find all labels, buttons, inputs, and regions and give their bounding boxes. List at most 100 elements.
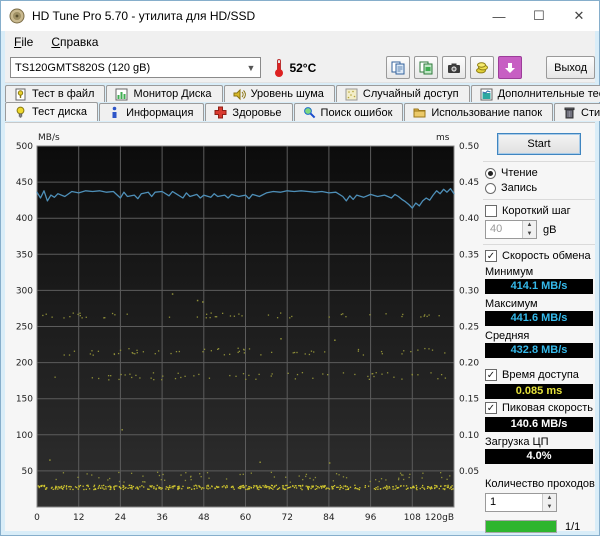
block-size-row: 40 ▲ ▼ gB xyxy=(485,220,595,239)
spin-down-icon[interactable]: ▼ xyxy=(543,502,556,511)
average-value: 432.8 MB/s xyxy=(485,343,593,358)
folder-icon xyxy=(413,108,426,118)
tab-random-access[interactable]: Случайный доступ xyxy=(335,85,470,102)
update-download-button[interactable] xyxy=(498,56,523,79)
trash-icon xyxy=(564,107,575,119)
menu-file[interactable]: File xyxy=(5,33,42,51)
svg-text:500: 500 xyxy=(16,142,33,152)
access-time-checkbox[interactable]: ✓ xyxy=(485,369,497,381)
read-radio[interactable] xyxy=(485,167,496,179)
separator xyxy=(483,161,595,162)
svg-text:100: 100 xyxy=(16,431,33,441)
tab-file-benchmark[interactable]: Тест в файл xyxy=(5,85,106,102)
temperature-value: 52°C xyxy=(289,60,317,75)
transfer-rate-option[interactable]: ✓ Скорость обмена xyxy=(485,250,595,262)
svg-text:24: 24 xyxy=(115,513,127,523)
svg-text:108: 108 xyxy=(404,513,421,523)
svg-text:96: 96 xyxy=(365,513,377,523)
svg-text:0.30: 0.30 xyxy=(459,286,479,296)
screenshot-button[interactable] xyxy=(442,56,467,79)
burst-rate-checkbox[interactable]: ✓ xyxy=(485,402,497,414)
tab-health[interactable]: Здоровье xyxy=(205,103,293,121)
start-button[interactable]: Start xyxy=(497,133,581,155)
copy-icon xyxy=(391,61,405,74)
access-time-option[interactable]: ✓ Время доступа xyxy=(485,369,595,381)
tabs: Тест в файл Монитор Диска Уровень шума С… xyxy=(5,85,600,121)
svg-text:200: 200 xyxy=(16,359,33,369)
minimum-value: 414.1 MB/s xyxy=(485,279,593,294)
spin-down-icon[interactable]: ▼ xyxy=(523,229,536,238)
random-access-icon xyxy=(345,88,358,100)
svg-text:72: 72 xyxy=(281,513,292,523)
svg-text:0.50: 0.50 xyxy=(459,142,479,152)
search-icon xyxy=(303,107,315,119)
block-size-spinner[interactable]: 40 ▲ ▼ xyxy=(485,220,537,239)
svg-text:0.25: 0.25 xyxy=(459,323,479,333)
svg-text:36: 36 xyxy=(156,513,168,523)
svg-text:ms: ms xyxy=(436,133,450,143)
toolbar: TS120GMTS820S (120 gB) ▼ 52°C Выход xyxy=(5,53,595,83)
svg-text:450: 450 xyxy=(16,178,33,188)
tab-error-scan[interactable]: Поиск ошибок xyxy=(293,103,404,121)
svg-text:300: 300 xyxy=(16,286,33,296)
cpu-usage-value: 4.0% xyxy=(485,449,593,464)
camera-icon xyxy=(448,63,461,73)
progress-label: 1/1 xyxy=(565,520,581,533)
spin-up-icon[interactable]: ▲ xyxy=(543,494,556,503)
separator xyxy=(483,244,595,245)
cpu-usage-label: Загрузка ЦП xyxy=(485,436,549,448)
tab-disk-benchmark[interactable]: Тест диска xyxy=(5,102,99,121)
hdtune-window: HD Tune Pro 5.70 - утилита для HD/SSD — … xyxy=(0,0,600,536)
write-radio[interactable] xyxy=(485,182,496,194)
progress-bar xyxy=(485,520,557,533)
temperature-indicator: 52°C xyxy=(275,58,317,77)
copy-image-button[interactable] xyxy=(414,56,439,79)
minimum-label: Минимум xyxy=(485,266,534,278)
svg-text:0: 0 xyxy=(34,513,40,523)
tab-extra-tests[interactable]: Дополнительные тесты xyxy=(470,85,600,102)
tab-info[interactable]: Информация xyxy=(99,103,205,121)
thermometer-icon xyxy=(275,58,284,77)
exit-button[interactable]: Выход xyxy=(546,56,595,79)
download-arrow-icon xyxy=(505,62,516,73)
minimize-button[interactable]: — xyxy=(479,1,519,31)
menubar: File Справка xyxy=(5,31,595,53)
save-results-button[interactable] xyxy=(470,56,495,79)
pass-count-spinner[interactable]: 1 ▲ ▼ xyxy=(485,493,557,512)
access-time-value: 0.085 ms xyxy=(485,384,593,399)
short-stride-option[interactable]: Короткий шаг xyxy=(485,205,595,217)
svg-text:50: 50 xyxy=(22,467,34,477)
file-test-icon xyxy=(15,88,26,100)
svg-text:60: 60 xyxy=(240,513,252,523)
short-stride-checkbox[interactable] xyxy=(485,205,497,217)
burst-rate-value: 140.6 MB/s xyxy=(485,417,593,432)
close-button[interactable]: ✕ xyxy=(559,1,599,31)
menu-help[interactable]: Справка xyxy=(42,33,107,51)
maximum-value: 441.6 MB/s xyxy=(485,311,593,326)
tab-disk-monitor[interactable]: Монитор Диска xyxy=(106,85,223,102)
pass-count-label: Количество проходов xyxy=(485,478,595,490)
spin-up-icon[interactable]: ▲ xyxy=(523,221,536,230)
svg-text:0.45: 0.45 xyxy=(459,178,479,188)
tab-erase[interactable]: Стирание xyxy=(554,103,600,121)
copy-text-button[interactable] xyxy=(386,56,411,79)
svg-text:0.10: 0.10 xyxy=(459,431,479,441)
lightbulb-icon xyxy=(16,106,25,118)
separator xyxy=(483,199,595,200)
transfer-rate-checkbox[interactable]: ✓ xyxy=(485,250,497,262)
copy-image-icon xyxy=(419,61,433,74)
write-option[interactable]: Запись xyxy=(485,182,595,194)
drive-select[interactable]: TS120GMTS820S (120 gB) ▼ xyxy=(10,57,262,78)
notes-icon xyxy=(476,61,489,73)
tab-folder-usage[interactable]: Использование папок xyxy=(404,103,554,121)
svg-text:0.40: 0.40 xyxy=(459,214,479,224)
burst-rate-option[interactable]: ✓ Пиковая скорость xyxy=(485,402,595,414)
block-size-unit: gB xyxy=(543,223,557,236)
maximize-button[interactable]: ☐ xyxy=(519,1,559,31)
read-option[interactable]: Чтение xyxy=(485,167,595,179)
svg-text:0.20: 0.20 xyxy=(459,359,479,369)
content-area: MB/s ms 0 12 24 36 48 60 72 84 96 108 120gB 500 0.50 45… xyxy=(5,122,595,533)
tab-noise-level[interactable]: Уровень шума xyxy=(223,85,335,102)
svg-text:150: 150 xyxy=(16,395,33,405)
disk-monitor-icon xyxy=(115,88,128,100)
